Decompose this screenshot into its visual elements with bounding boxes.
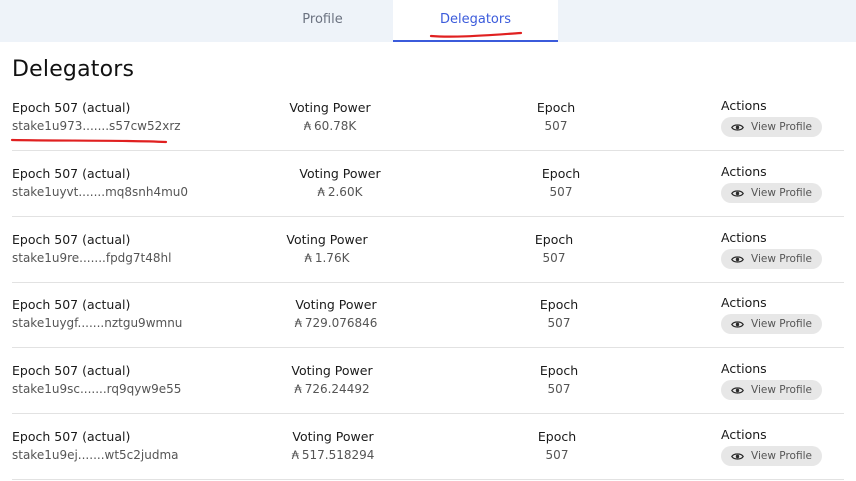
view-profile-label: View Profile <box>751 187 812 199</box>
voting-power-amount: 1.76K <box>314 251 350 265</box>
view-profile-label: View Profile <box>751 121 812 133</box>
actions-header: Actions <box>721 164 767 179</box>
delegator-row: Epoch 507 (actual) stake1u973.......s57c… <box>0 98 856 166</box>
active-tab-indicator <box>393 40 558 42</box>
delegators-page: Profile Delegators Delegators Epoch 507 … <box>0 0 856 481</box>
view-profile-button[interactable]: View Profile <box>721 380 822 400</box>
tab-delegators[interactable]: Delegators <box>393 0 558 42</box>
stake-address[interactable]: stake1u9sc.......rq9qyw9e55 <box>12 382 181 396</box>
actions-header: Actions <box>721 98 767 113</box>
epoch-value: 507 <box>545 448 569 462</box>
voting-power-amount: 60.78K <box>314 119 357 133</box>
view-profile-button[interactable]: View Profile <box>721 117 822 137</box>
voting-power-header: Voting Power <box>295 297 377 312</box>
view-profile-label: View Profile <box>751 384 812 396</box>
row-divider <box>12 479 844 480</box>
delegator-row: Epoch 507 (actual) stake1uygf.......nztg… <box>0 295 856 363</box>
stake-address[interactable]: stake1uyvt.......mq8snh4mu0 <box>12 185 188 199</box>
voting-power-header: Voting Power <box>289 100 371 115</box>
voting-power-header: Voting Power <box>299 166 381 181</box>
epoch-value: 507 <box>547 382 571 396</box>
delegator-row: Epoch 507 (actual) stake1u9ej.......wt5c… <box>0 427 856 481</box>
view-profile-button[interactable]: View Profile <box>721 446 822 466</box>
tab-bar: Profile Delegators <box>0 0 856 42</box>
page-title: Delegators <box>12 57 135 82</box>
row-divider <box>12 216 844 217</box>
voting-power-value: ₳ 1.76K <box>267 251 387 265</box>
epoch-header: Epoch <box>537 429 577 444</box>
epoch-header: Epoch <box>536 100 576 115</box>
voting-power-amount: 517.518294 <box>301 448 375 462</box>
ada-symbol-icon: ₳ <box>303 119 312 133</box>
actions-header: Actions <box>721 361 767 376</box>
row-divider <box>12 150 844 151</box>
epoch-label: Epoch 507 (actual) <box>12 232 131 247</box>
delegator-row: Epoch 507 (actual) stake1u9sc.......rq9q… <box>0 361 856 429</box>
ada-symbol-icon: ₳ <box>294 316 302 330</box>
voting-power-amount: 726.24492 <box>304 382 370 396</box>
epoch-label: Epoch 507 (actual) <box>12 100 131 115</box>
eye-icon <box>731 123 744 131</box>
voting-power-header: Voting Power <box>292 429 374 444</box>
voting-power-header: Voting Power <box>286 232 368 247</box>
epoch-header: Epoch <box>539 363 579 378</box>
ada-symbol-icon: ₳ <box>291 448 299 462</box>
epoch-value: 507 <box>542 251 566 265</box>
epoch-label: Epoch 507 (actual) <box>12 363 131 378</box>
epoch-label: Epoch 507 (actual) <box>12 166 131 181</box>
epoch-value: 507 <box>549 185 573 199</box>
tab-profile[interactable]: Profile <box>252 0 393 42</box>
eye-icon <box>731 189 744 197</box>
eye-icon <box>731 386 744 394</box>
epoch-value: 507 <box>547 316 571 330</box>
eye-icon <box>731 320 744 328</box>
view-profile-button[interactable]: View Profile <box>721 183 822 203</box>
eye-icon <box>731 255 744 263</box>
row-divider <box>12 413 844 414</box>
voting-power-header: Voting Power <box>291 363 373 378</box>
voting-power-amount: 2.60K <box>327 185 363 199</box>
epoch-header: Epoch <box>539 297 579 312</box>
view-profile-label: View Profile <box>751 318 812 330</box>
voting-power-value: ₳ 726.24492 <box>272 382 392 396</box>
view-profile-label: View Profile <box>751 450 812 462</box>
epoch-header: Epoch <box>541 166 581 181</box>
ada-symbol-icon: ₳ <box>317 185 325 199</box>
view-profile-button[interactable]: View Profile <box>721 249 822 269</box>
epoch-header: Epoch <box>534 232 574 247</box>
stake-address[interactable]: stake1u9re.......fpdg7t48hl <box>12 251 171 265</box>
stake-address[interactable]: stake1u973.......s57cw52xrz <box>12 119 181 133</box>
epoch-label: Epoch 507 (actual) <box>12 429 131 444</box>
delegator-row: Epoch 507 (actual) stake1u9re.......fpdg… <box>0 230 856 298</box>
row-divider <box>12 347 844 348</box>
actions-header: Actions <box>721 295 767 310</box>
row-divider <box>12 282 844 283</box>
delegator-row: Epoch 507 (actual) stake1uyvt.......mq8s… <box>0 164 856 232</box>
actions-header: Actions <box>721 230 767 245</box>
voting-power-value: ₳ 2.60K <box>280 185 400 199</box>
epoch-label: Epoch 507 (actual) <box>12 297 131 312</box>
view-profile-label: View Profile <box>751 253 812 265</box>
voting-power-value: ₳ 729.076846 <box>276 316 396 330</box>
voting-power-value: ₳ 60.78K <box>270 119 390 133</box>
ada-symbol-icon: ₳ <box>304 251 312 265</box>
voting-power-amount: 729.076846 <box>304 316 378 330</box>
stake-address[interactable]: stake1u9ej.......wt5c2judma <box>12 448 179 462</box>
actions-header: Actions <box>721 427 767 442</box>
view-profile-button[interactable]: View Profile <box>721 314 822 334</box>
ada-symbol-icon: ₳ <box>294 382 302 396</box>
voting-power-value: ₳ 517.518294 <box>273 448 393 462</box>
eye-icon <box>731 452 744 460</box>
epoch-value: 507 <box>544 119 568 133</box>
stake-address[interactable]: stake1uygf.......nztgu9wmnu <box>12 316 182 330</box>
